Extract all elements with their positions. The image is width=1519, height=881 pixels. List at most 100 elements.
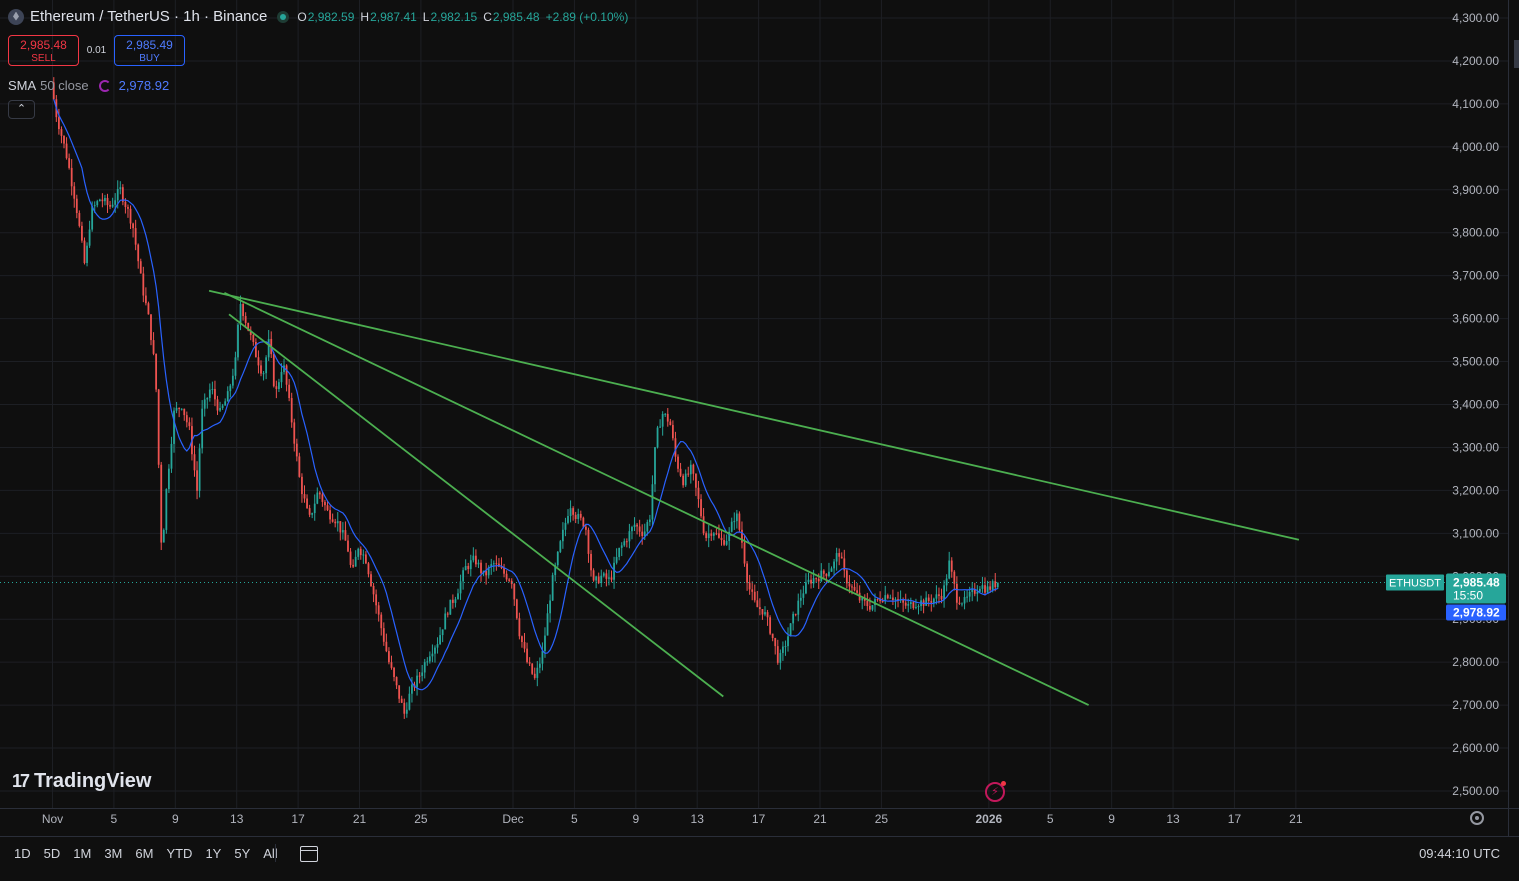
flash-icon[interactable]: ⚡	[985, 781, 1006, 802]
sma-legend[interactable]: SMA 50 close 2,978.92	[8, 78, 169, 93]
candle-body	[825, 573, 828, 577]
candle-body	[725, 540, 728, 545]
candle-body	[505, 573, 508, 580]
chevron-up-icon[interactable]: ⌃	[8, 100, 35, 119]
candle-body	[388, 651, 390, 663]
price-chart[interactable]: 4,300.00 4,200.00 4,100.00 4,000.00 3,900.00…	[0, 0, 1519, 836]
candle-body	[590, 553, 592, 571]
candle-body	[541, 650, 544, 664]
candle-body	[224, 401, 227, 406]
candle-body	[68, 158, 71, 168]
sell-price: 2,985.48	[20, 38, 67, 52]
candle-body	[597, 576, 600, 584]
candle-body	[797, 600, 800, 615]
countdown-label: 15:50	[1453, 589, 1483, 603]
market-status-icon[interactable]	[277, 10, 290, 23]
candle-body	[771, 633, 774, 639]
candle-body	[868, 606, 871, 610]
candle-body	[733, 521, 736, 523]
gear-icon[interactable]	[1470, 811, 1484, 825]
range-1m[interactable]: 1M	[73, 846, 91, 861]
candle-body	[203, 399, 206, 409]
candle-body	[405, 709, 408, 714]
candle-body	[994, 581, 997, 588]
candle-body	[638, 526, 641, 532]
candle-body	[63, 135, 65, 144]
candle-body	[188, 422, 191, 427]
y-tick-label: 3,100.00	[1452, 526, 1499, 540]
candle-body	[349, 551, 352, 565]
candle-body	[137, 244, 140, 262]
candle-body	[881, 601, 884, 603]
candle-body	[533, 673, 536, 678]
range-5y[interactable]: 5Y	[234, 846, 250, 861]
buy-button[interactable]: 2,985.49 BUY	[114, 35, 185, 66]
open-value: O2,982.59	[297, 9, 355, 24]
candle-body	[671, 425, 674, 439]
candle-body	[423, 662, 426, 673]
candle-body	[930, 601, 933, 603]
candle-body	[469, 560, 472, 570]
candle-body	[608, 577, 610, 579]
candle-body	[753, 591, 756, 601]
candle-body	[449, 599, 452, 615]
candle-body	[838, 553, 841, 557]
candle-body	[385, 641, 388, 652]
candle-body	[318, 492, 321, 495]
candle-body	[735, 513, 738, 522]
candle-body	[654, 447, 656, 485]
range-1y[interactable]: 1Y	[205, 846, 221, 861]
candle-body	[610, 577, 613, 580]
y-tick-label: 3,200.00	[1452, 483, 1499, 497]
candle-body	[948, 560, 951, 579]
candle-body	[940, 595, 943, 600]
candle-body	[290, 398, 293, 423]
symbol-title[interactable]: Ethereum / TetherUS · 1h · Binance	[30, 8, 267, 25]
y-tick-label: 3,600.00	[1452, 312, 1499, 326]
candle-body	[106, 197, 109, 206]
candle-body	[625, 541, 628, 543]
range-6m[interactable]: 6M	[135, 846, 153, 861]
y-tick-label: 2,500.00	[1452, 784, 1499, 798]
candle-body	[503, 568, 505, 574]
candle-body	[316, 492, 319, 504]
range-ytd[interactable]: YTD	[166, 846, 192, 861]
candle-body	[495, 563, 498, 565]
candle-body	[682, 475, 685, 486]
candle-body	[221, 405, 224, 409]
candle-body	[301, 476, 303, 495]
candle-body	[764, 612, 766, 615]
candle-body	[339, 521, 342, 533]
trendline	[224, 292, 1090, 706]
candle-body	[354, 556, 357, 567]
range-5d[interactable]: 5D	[44, 846, 61, 861]
side-panel-handle[interactable]	[1514, 40, 1519, 68]
candle-body	[886, 595, 889, 599]
candle-body	[978, 588, 981, 592]
range-1d[interactable]: 1D	[14, 846, 31, 861]
candle-body	[961, 603, 963, 605]
candle-body	[93, 205, 96, 207]
candle-body	[152, 340, 155, 354]
candle-body	[848, 583, 851, 587]
calendar-icon[interactable]	[299, 845, 318, 862]
candle-body	[932, 598, 935, 603]
candle-body	[173, 410, 175, 444]
trade-panel: 2,985.48 SELL 0.01 2,985.49 BUY	[8, 35, 185, 66]
candle-body	[623, 541, 626, 546]
candle-body	[835, 553, 838, 562]
candle-body	[656, 427, 659, 448]
sell-button[interactable]: 2,985.48 SELL	[8, 35, 79, 66]
candle-body	[799, 597, 802, 601]
candle-body	[372, 585, 375, 595]
candle-body	[743, 542, 746, 564]
candle-body	[91, 205, 94, 230]
candle-body	[86, 245, 88, 264]
utc-clock[interactable]: 09:44:10 UTC	[1419, 846, 1500, 861]
candle-body	[950, 560, 953, 572]
candle-body	[871, 605, 874, 610]
candle-body	[168, 468, 170, 490]
candle-body	[766, 612, 769, 618]
candle-body	[459, 581, 462, 594]
range-3m[interactable]: 3M	[104, 846, 122, 861]
